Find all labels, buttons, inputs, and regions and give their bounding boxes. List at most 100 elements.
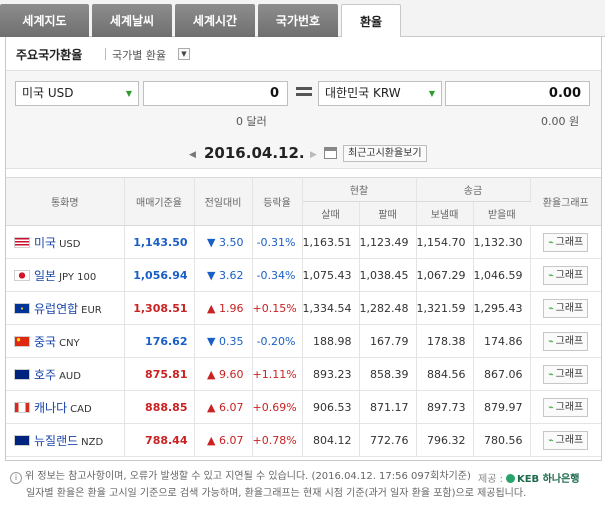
cash-sell: 858.39 <box>359 357 417 391</box>
table-row: 뉴질랜드 NZD 788.44 ▲ 6.07 +0.78% 804.12 772.76 796… <box>6 423 601 457</box>
sparkline-icon: ⌁ <box>548 336 554 347</box>
change-value: 9.60 <box>219 367 244 381</box>
remit-receive: 174.86 <box>473 324 531 358</box>
currency-code: AUD <box>59 370 81 382</box>
us-flag-icon <box>14 236 30 248</box>
exchange-rate-table: 통화명 매매기준율 전일대비 등락율 현찰 송금 환율그래프 살때 팔때 보낼때… <box>6 177 601 457</box>
graph-button[interactable]: ⌁ 그래프 <box>543 232 589 252</box>
graph-cell: ⌁ 그래프 <box>530 225 601 259</box>
from-currency-select[interactable]: 미국 USD ▼ <box>15 81 139 106</box>
currency-code: CNY <box>59 337 80 349</box>
table-row: 캐나다 CAD 888.85 ▲ 6.07 +0.69% 906.53 871.17 897.… <box>6 390 601 424</box>
currency-cell: 중국 CNY <box>6 324 125 358</box>
graph-button-label: 그래프 <box>555 302 584 314</box>
change-cell: ▼ 3.50 <box>194 225 253 259</box>
graph-button-label: 그래프 <box>555 236 584 248</box>
to-currency-value: 대한민국 KRW <box>325 86 401 100</box>
country-rates-link[interactable]: 국가별 환율 <box>112 47 166 63</box>
tab-world-weather[interactable]: 세계날씨 <box>92 4 172 37</box>
currency-code: NZD <box>81 436 104 448</box>
currency-cell: 유럽연합 EUR <box>6 291 125 325</box>
triangle-up-icon: ▲ <box>207 367 216 381</box>
base-rate: 1,056.94 <box>124 258 195 292</box>
currency-name[interactable]: 일본 <box>34 269 56 283</box>
cash-buy: 188.98 <box>302 324 360 358</box>
change-cell: ▲ 6.07 <box>194 390 253 424</box>
jp-flag-icon <box>14 269 30 281</box>
tab-world-map[interactable]: 세계지도 <box>0 4 89 37</box>
remit-send: 796.32 <box>416 423 474 457</box>
graph-button-label: 그래프 <box>555 368 584 380</box>
prev-date-arrow-icon[interactable]: ◀ <box>189 150 196 160</box>
currency-name[interactable]: 중국 <box>34 335 56 349</box>
notice-line-1: 위 정보는 참고사항이며, 오류가 발생할 수 있고 지연될 수 있습니다. (… <box>25 471 471 482</box>
graph-button[interactable]: ⌁ 그래프 <box>543 430 589 450</box>
provider-name: KEB 하나은행 <box>516 474 580 485</box>
remit-receive: 879.97 <box>473 390 531 424</box>
cash-sell: 1,038.45 <box>359 258 417 292</box>
calendar-icon[interactable] <box>324 147 337 159</box>
base-rate: 1,308.51 <box>124 291 195 325</box>
base-rate: 1,143.50 <box>124 225 195 259</box>
graph-button-label: 그래프 <box>555 401 584 413</box>
remit-send: 1,154.70 <box>416 225 474 259</box>
cash-buy: 1,075.43 <box>302 258 360 292</box>
currency-code: CAD <box>70 403 92 415</box>
currency-code: USD <box>59 238 81 250</box>
major-rates-tab[interactable]: 주요국가환율 <box>16 46 82 63</box>
header-graph: 환율그래프 <box>530 177 601 226</box>
remit-send: 1,321.59 <box>416 291 474 325</box>
graph-button[interactable]: ⌁ 그래프 <box>543 298 589 318</box>
change-value: 0.35 <box>219 334 244 348</box>
currency-name[interactable]: 뉴질랜드 <box>34 434 78 448</box>
tab-country-code[interactable]: 국가번호 <box>258 4 338 37</box>
remit-receive: 1,295.43 <box>473 291 531 325</box>
table-row: 미국 USD 1,143.50 ▼ 3.50 -0.31% 1,163.51 1,123.4… <box>6 225 601 259</box>
currency-name[interactable]: 캐나다 <box>34 401 67 415</box>
tab-world-time[interactable]: 세계시간 <box>175 4 255 37</box>
header-change: 전일대비 <box>194 177 253 226</box>
currency-name[interactable]: 미국 <box>34 236 56 250</box>
change-value: 1.96 <box>219 301 244 315</box>
change-cell: ▲ 9.60 <box>194 357 253 391</box>
to-currency-select[interactable]: 대한민국 KRW ▼ <box>318 81 442 106</box>
change-cell: ▲ 1.96 <box>194 291 253 325</box>
remit-receive: 1,046.59 <box>473 258 531 292</box>
remit-send: 884.56 <box>416 357 474 391</box>
nz-flag-icon <box>14 434 30 446</box>
header-remit: 송금 <box>416 177 531 202</box>
to-amount-input[interactable]: 0.00 <box>445 81 590 106</box>
graph-cell: ⌁ 그래프 <box>530 258 601 292</box>
graph-button-label: 그래프 <box>555 269 584 281</box>
graph-button-label: 그래프 <box>555 434 584 446</box>
change-cell: ▲ 6.07 <box>194 423 253 457</box>
sparkline-icon: ⌁ <box>548 369 554 380</box>
tab-exchange-rate[interactable]: 환율 <box>341 4 401 38</box>
graph-button[interactable]: ⌁ 그래프 <box>543 364 589 384</box>
graph-button[interactable]: ⌁ 그래프 <box>543 331 589 351</box>
graph-button[interactable]: ⌁ 그래프 <box>543 397 589 417</box>
chevron-down-icon[interactable]: ▼ <box>178 48 190 60</box>
next-date-arrow-icon[interactable]: ▶ <box>310 150 317 160</box>
percent-change: +0.15% <box>252 291 303 325</box>
chevron-down-icon: ▼ <box>428 89 435 98</box>
graph-cell: ⌁ 그래프 <box>530 291 601 325</box>
sparkline-icon: ⌁ <box>548 435 554 446</box>
cash-buy: 804.12 <box>302 423 360 457</box>
currency-cell: 캐나다 CAD <box>6 390 125 424</box>
graph-button-label: 그래프 <box>555 335 584 347</box>
currency-name[interactable]: 호주 <box>34 368 56 382</box>
triangle-down-icon: ▼ <box>207 334 216 348</box>
change-value: 6.07 <box>219 433 244 447</box>
header-remit-receive: 받을때 <box>473 201 530 226</box>
exchange-panel: 주요국가환율 국가별 환율 ▼ 미국 USD ▼ 0 대한민국 KRW ▼ 0.… <box>5 37 602 461</box>
recent-rates-button[interactable]: 최근고시환율보기 <box>343 145 427 162</box>
base-rate: 788.44 <box>124 423 195 457</box>
triangle-down-icon: ▼ <box>207 268 216 282</box>
triangle-up-icon: ▲ <box>207 400 216 414</box>
from-amount-input[interactable]: 0 <box>143 81 288 106</box>
graph-cell: ⌁ 그래프 <box>530 324 601 358</box>
cash-sell: 1,282.48 <box>359 291 417 325</box>
graph-button[interactable]: ⌁ 그래프 <box>543 265 589 285</box>
currency-name[interactable]: 유럽연합 <box>34 302 78 316</box>
